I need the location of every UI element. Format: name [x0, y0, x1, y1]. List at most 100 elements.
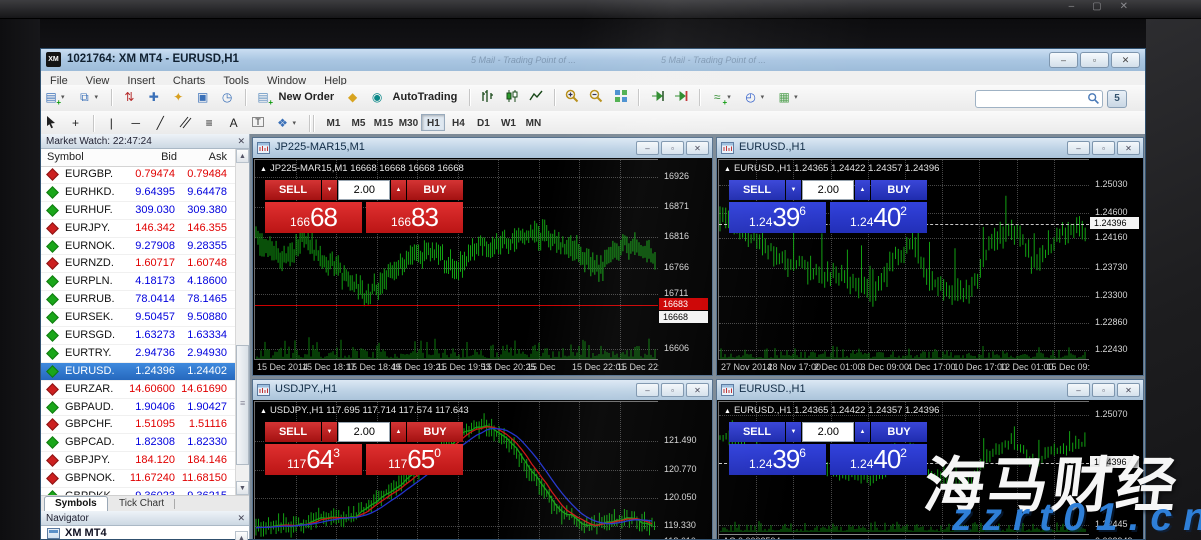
timeframe-m5[interactable]: M5	[346, 114, 370, 131]
chevron-down-icon[interactable]: ▾	[761, 93, 770, 101]
line-chart-button[interactable]	[526, 88, 546, 107]
volume-input[interactable]: 2.00	[338, 422, 390, 442]
autotrading-button[interactable]: AutoTrading	[393, 85, 458, 110]
symbol-row-gbpnok[interactable]: GBPNOK.11.6724011.68150	[41, 470, 235, 488]
symbol-row-eurnok[interactable]: EURNOK.9.279089.28355	[41, 238, 235, 256]
symbol-row-gbpaud[interactable]: GBPAUD.1.904061.90427	[41, 399, 235, 417]
profiles-button[interactable]: ⧉	[74, 88, 94, 107]
chart-title-bar[interactable]: EURUSD.,H1–▫✕	[717, 138, 1143, 159]
chart-title-bar[interactable]: JP225-MAR15,M1–▫✕	[253, 138, 712, 159]
sell-button[interactable]: SELL	[729, 180, 785, 200]
chart-title-bar[interactable]: USDJPY.,H1–▫✕	[253, 380, 712, 401]
new-order-button[interactable]: New Order	[279, 85, 335, 110]
timeframe-m1[interactable]: M1	[321, 114, 345, 131]
symbol-row-eurusd[interactable]: EURUSD.1.243961.24402	[41, 363, 235, 381]
buy-button[interactable]: BUY	[407, 422, 463, 442]
volume-input[interactable]: 2.00	[338, 180, 390, 200]
autotrading-icon[interactable]: ◉	[367, 88, 387, 107]
market-watch-columns[interactable]: Symbol Bid Ask	[41, 149, 249, 167]
buy-button[interactable]: BUY	[871, 180, 927, 200]
minimize-button[interactable]: –	[1067, 383, 1090, 397]
buy-price[interactable]: 16683	[366, 202, 463, 233]
close-button[interactable]: ✕	[686, 141, 709, 155]
restore-button[interactable]: ▫	[661, 141, 684, 155]
search-input[interactable]	[979, 92, 1083, 106]
fibonacci-tool[interactable]: ≡	[199, 114, 219, 133]
navigator-header[interactable]: Navigator ✕	[41, 511, 249, 526]
sell-button[interactable]: SELL	[729, 422, 785, 442]
minimize-button[interactable]: –	[636, 383, 659, 397]
timeframe-m15[interactable]: M15	[371, 114, 395, 131]
volume-input[interactable]: 2.00	[802, 180, 854, 200]
vertical-line-tool[interactable]: |	[101, 114, 121, 133]
symbol-row-eursek[interactable]: EURSEK.9.504579.50880	[41, 309, 235, 327]
templates-button[interactable]: ▦	[774, 88, 794, 107]
buy-price[interactable]: 117650	[366, 444, 463, 475]
mql5-community-icon[interactable]: 5	[1107, 90, 1127, 108]
data-window-toggle[interactable]: ✚	[144, 88, 164, 107]
close-icon[interactable]: ✕	[237, 134, 245, 149]
search-icon[interactable]	[1087, 92, 1100, 105]
symbol-row-eurpln[interactable]: EURPLN.4.181734.18600	[41, 273, 235, 291]
tile-windows-button[interactable]	[611, 88, 631, 107]
zoom-in-button[interactable]	[562, 88, 582, 107]
symbol-row-eurhkd[interactable]: EURHKD.9.643959.64478	[41, 184, 235, 202]
chart-title-bar[interactable]: EURUSD.,H1–▫✕	[717, 380, 1143, 401]
buy-button[interactable]: BUY	[407, 180, 463, 200]
trendline-tool[interactable]: ╱	[150, 114, 170, 133]
symbol-row-eurzar[interactable]: EURZAR.14.6060014.61690	[41, 381, 235, 399]
restore-button[interactable]: ▫	[1092, 383, 1115, 397]
sell-price[interactable]: 16668	[265, 202, 362, 233]
close-button[interactable]: ✕	[1117, 383, 1140, 397]
volume-decrease-icon[interactable]: ▼	[786, 422, 801, 442]
buy-price[interactable]: 1.24402	[830, 202, 927, 233]
volume-increase-icon[interactable]: ▲	[855, 422, 870, 442]
shapes-tool[interactable]: ❖	[273, 114, 293, 133]
close-button[interactable]: ✕	[1117, 141, 1140, 155]
chevron-down-icon[interactable]: ▾	[293, 119, 302, 127]
channel-tool[interactable]	[175, 114, 195, 133]
column-ask[interactable]: Ask	[209, 151, 227, 163]
volume-decrease-icon[interactable]: ▼	[786, 180, 801, 200]
cursor-tool[interactable]	[41, 114, 61, 133]
symbol-row-gbpchf[interactable]: GBPCHF.1.510951.51116	[41, 416, 235, 434]
symbol-row-eurhuf[interactable]: EURHUF.309.030309.380	[41, 202, 235, 220]
market-watch-scrollbar[interactable]: ▲ ▼	[235, 149, 249, 495]
candlestick-chart-button[interactable]	[502, 88, 522, 107]
symbol-row-eurjpy[interactable]: EURJPY.146.342146.355	[41, 220, 235, 238]
strategy-tester-button[interactable]: ◷	[217, 88, 237, 107]
close-icon[interactable]: ✕	[237, 511, 245, 526]
buy-price[interactable]: 1.24402	[830, 444, 927, 475]
symbol-row-gbpcad[interactable]: GBPCAD.1.823081.82330	[41, 434, 235, 452]
new-chart-button[interactable]: ▤+	[41, 88, 61, 107]
new-order-icon[interactable]: ▤+	[253, 88, 273, 107]
scroll-up-icon[interactable]: ▲	[236, 149, 249, 163]
symbol-row-eurtry[interactable]: EURTRY.2.947362.94930	[41, 345, 235, 363]
sell-price[interactable]: 117643	[265, 444, 362, 475]
symbol-row-gbpjpy[interactable]: GBPJPY.184.120184.146	[41, 452, 235, 470]
volume-increase-icon[interactable]: ▲	[855, 180, 870, 200]
scroll-up-icon[interactable]: ▲	[235, 527, 248, 540]
sell-price[interactable]: 1.24396	[729, 444, 826, 475]
chart-shift-button[interactable]	[671, 88, 691, 107]
tab-tick-chart[interactable]: Tick Chart	[109, 497, 174, 511]
restore-button[interactable]: ▫	[1080, 52, 1109, 68]
market-watch-header[interactable]: Market Watch: 22:47:24 ✕	[41, 134, 249, 149]
sell-price[interactable]: 1.24396	[729, 202, 826, 233]
volume-increase-icon[interactable]: ▲	[391, 180, 406, 200]
timeframe-w1[interactable]: W1	[496, 114, 520, 131]
auto-scroll-button[interactable]	[647, 88, 667, 107]
symbol-row-gbpdkk[interactable]: GBPDKK.9.360239.36215	[41, 488, 235, 495]
volume-input[interactable]: 2.00	[802, 422, 854, 442]
minimize-button[interactable]: –	[1049, 52, 1078, 68]
chevron-down-icon[interactable]: ▾	[94, 93, 103, 101]
chevron-down-icon[interactable]: ▾	[794, 93, 803, 101]
horizontal-line-tool[interactable]: ─	[126, 114, 146, 133]
crosshair-tool[interactable]: +	[65, 114, 85, 133]
terminal-toggle[interactable]: ▣	[193, 88, 213, 107]
chevron-down-icon[interactable]: ▾	[727, 93, 736, 101]
column-symbol[interactable]: Symbol	[47, 151, 84, 163]
timeframe-h1[interactable]: H1	[421, 114, 445, 131]
sell-button[interactable]: SELL	[265, 180, 321, 200]
scroll-down-icon[interactable]: ▼	[236, 481, 249, 495]
